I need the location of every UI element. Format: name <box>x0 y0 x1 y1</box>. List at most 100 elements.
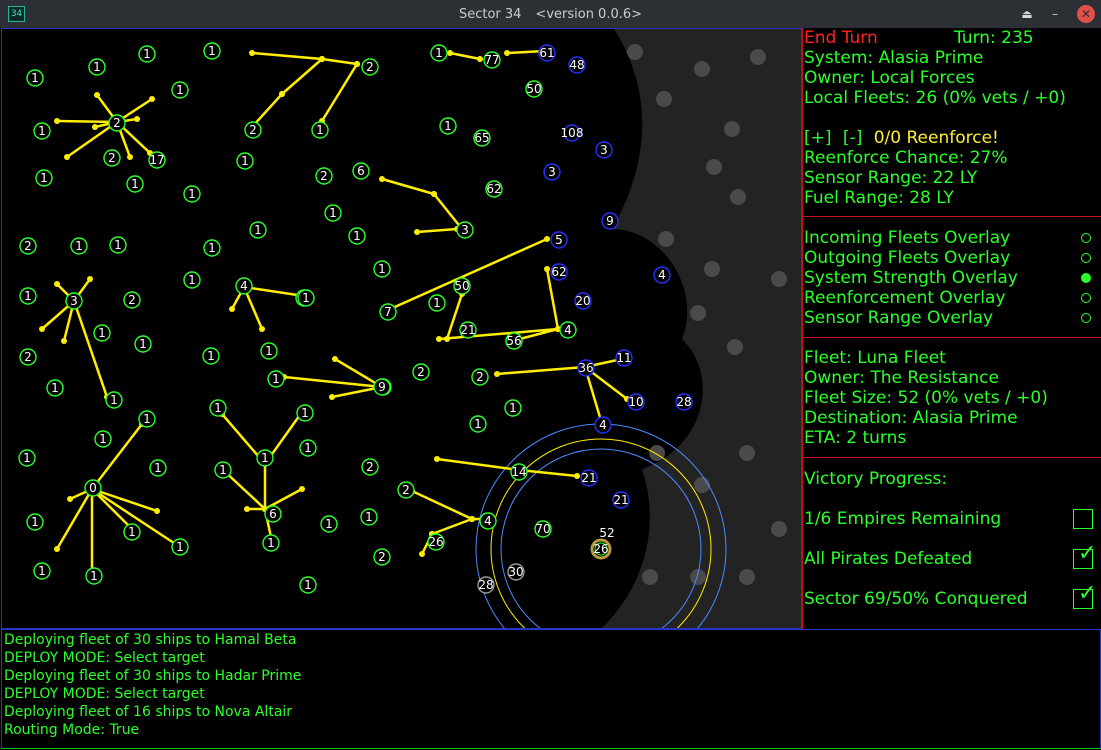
friendly-system[interactable]: 1 <box>256 449 274 467</box>
friendly-system[interactable]: 2 <box>123 291 141 309</box>
overlay-reenforcement[interactable]: Reenforcement Overlay <box>804 288 1101 308</box>
friendly-system[interactable]: 2 <box>19 237 37 255</box>
friendly-system[interactable]: 2 <box>412 363 430 381</box>
friendly-system[interactable]: 1 <box>297 289 315 307</box>
enemy-system[interactable]: 4 <box>594 416 612 434</box>
end-turn-button[interactable]: End Turn <box>804 28 878 48</box>
radio-off-icon[interactable] <box>1081 253 1091 263</box>
friendly-system[interactable]: 3 <box>65 292 83 310</box>
friendly-system[interactable]: 1 <box>360 508 378 526</box>
galaxy-map[interactable]: 1111112117111212261112111121121111111150… <box>1 28 802 629</box>
friendly-system[interactable]: 1 <box>149 459 167 477</box>
friendly-system[interactable]: 77 <box>483 51 501 69</box>
friendly-system[interactable]: 1 <box>183 185 201 203</box>
friendly-system[interactable]: 1 <box>249 221 267 239</box>
radio-off-icon[interactable] <box>1081 293 1091 303</box>
friendly-system[interactable]: 1 <box>183 271 201 289</box>
friendly-system[interactable]: 1 <box>94 430 112 448</box>
friendly-system[interactable]: 2 <box>108 114 126 132</box>
friendly-system[interactable]: 1 <box>299 576 317 594</box>
friendly-system[interactable]: 6 <box>264 505 282 523</box>
friendly-system[interactable]: 0 <box>84 479 102 497</box>
friendly-system[interactable]: 1 <box>126 175 144 193</box>
friendly-system[interactable]: 1 <box>324 204 342 222</box>
neutral-system[interactable]: 28 <box>477 576 495 594</box>
galaxy-map-canvas[interactable]: 1111112117111212261112111121121111111150… <box>2 29 801 628</box>
friendly-system[interactable]: 21 <box>459 321 477 339</box>
friendly-system[interactable]: 56 <box>505 332 523 350</box>
friendly-system[interactable]: 6 <box>352 162 370 180</box>
reenforce-plus-button[interactable]: [+] <box>804 128 832 148</box>
friendly-system[interactable]: 1 <box>373 260 391 278</box>
enemy-system[interactable]: 20 <box>574 292 592 310</box>
eject-icon[interactable]: ⏏ <box>1018 5 1036 23</box>
neutral-systems[interactable]: 28 30 <box>477 563 525 594</box>
enemy-system[interactable]: 28 <box>675 393 693 411</box>
radio-on-icon[interactable] <box>1081 273 1091 283</box>
friendly-system[interactable]: 1 <box>214 461 232 479</box>
friendly-system[interactable]: 1 <box>504 399 522 417</box>
friendly-system[interactable]: 1 <box>123 523 141 541</box>
enemy-system[interactable]: 108 <box>561 124 584 142</box>
friendly-system[interactable]: 1 <box>262 534 280 552</box>
friendly-system[interactable]: 2 <box>244 121 262 139</box>
friendly-system[interactable]: 1 <box>33 562 51 580</box>
friendly-system[interactable]: 1 <box>85 567 103 585</box>
friendly-system[interactable]: 1 <box>267 370 285 388</box>
friendly-system[interactable]: 1 <box>70 237 88 255</box>
friendly-system[interactable]: 1 <box>348 227 366 245</box>
friendly-system[interactable]: 1 <box>209 399 227 417</box>
friendly-system[interactable]: 2 <box>373 548 391 566</box>
friendly-system[interactable]: 1 <box>19 287 37 305</box>
enemy-system[interactable]: 10 <box>627 393 645 411</box>
enemy-system[interactable]: 61 <box>538 44 556 62</box>
friendly-system[interactable]: 1 <box>202 347 220 365</box>
enemy-system[interactable]: 21 <box>612 491 630 509</box>
enemy-system[interactable]: 3 <box>595 141 613 159</box>
enemy-system[interactable]: 4 <box>653 266 671 284</box>
enemy-system[interactable]: 62 <box>550 263 568 281</box>
friendly-system[interactable]: 2 <box>361 458 379 476</box>
friendly-system[interactable]: 1 <box>35 169 53 187</box>
friendly-system[interactable]: 2 <box>361 58 379 76</box>
enemy-system[interactable]: 36 <box>577 359 595 377</box>
friendly-system[interactable]: 4 <box>559 321 577 339</box>
friendly-system[interactable]: 9 <box>373 378 391 396</box>
friendly-system[interactable]: 1 <box>236 152 254 170</box>
friendly-system[interactable]: 1 <box>26 69 44 87</box>
friendly-system[interactable]: 1 <box>46 379 64 397</box>
friendly-system[interactable]: 1 <box>171 538 189 556</box>
friendly-system[interactable]: 1 <box>18 449 36 467</box>
enemy-system[interactable]: 11 <box>615 349 633 367</box>
friendly-system[interactable]: 1 <box>203 42 221 60</box>
friendly-system[interactable]: 1 <box>428 294 446 312</box>
friendly-system[interactable]: 2 <box>315 167 333 185</box>
friendly-system[interactable]: 7 <box>379 303 397 321</box>
overlay-sensor-range[interactable]: Sensor Range Overlay <box>804 308 1101 328</box>
friendly-system[interactable]: 2 <box>471 368 489 386</box>
neutral-system[interactable]: 30 <box>507 563 525 581</box>
friendly-system[interactable]: 1 <box>109 236 127 254</box>
enemy-system[interactable]: 9 <box>601 212 619 230</box>
friendly-system[interactable]: 4 <box>479 512 497 530</box>
radio-off-icon[interactable] <box>1081 233 1091 243</box>
friendly-system[interactable]: 1 <box>260 342 278 360</box>
enemy-system[interactable]: 5 <box>550 231 568 249</box>
friendly-system[interactable]: 70 <box>534 520 552 538</box>
minimize-icon[interactable]: – <box>1046 5 1064 23</box>
friendly-system[interactable]: 4 <box>235 277 253 295</box>
friendly-system[interactable]: 1 <box>93 324 111 342</box>
friendly-system[interactable]: 1 <box>88 58 106 76</box>
friendly-system[interactable]: 1 <box>311 121 329 139</box>
enemy-system[interactable]: 3 <box>543 163 561 181</box>
friendly-system[interactable]: 1 <box>138 410 156 428</box>
friendly-system[interactable]: 2 <box>103 149 121 167</box>
friendly-system[interactable]: 1 <box>430 44 448 62</box>
overlay-outgoing-fleets[interactable]: Outgoing Fleets Overlay <box>804 248 1101 268</box>
friendly-system[interactable]: 1 <box>320 515 338 533</box>
friendly-system[interactable]: 1 <box>33 122 51 140</box>
friendly-system[interactable]: 1 <box>299 439 317 457</box>
friendly-system[interactable]: 3 <box>456 221 474 239</box>
friendly-system[interactable]: 50 <box>453 277 471 295</box>
friendly-system[interactable]: 1 <box>203 239 221 257</box>
